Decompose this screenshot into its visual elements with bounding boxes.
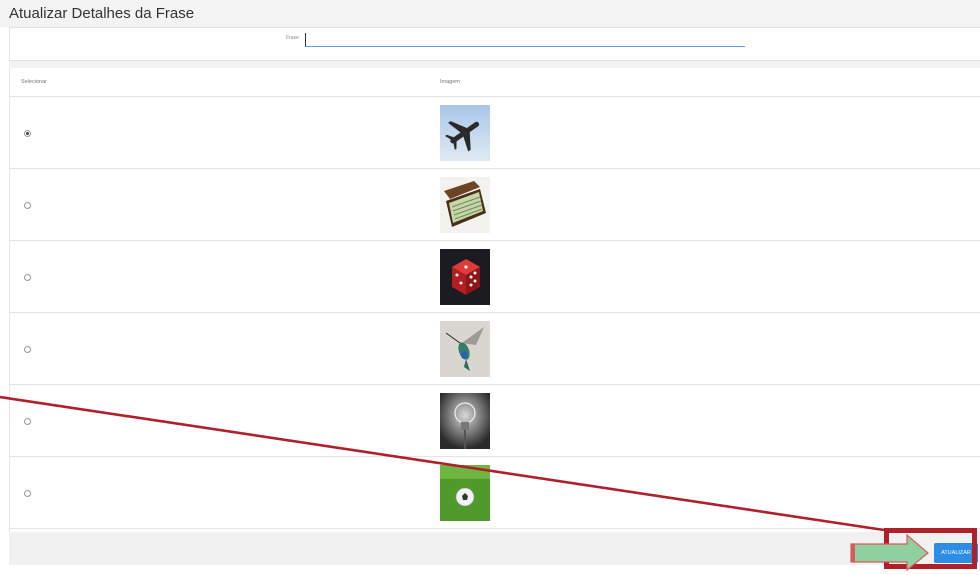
- soccer-ball-image: [440, 465, 490, 521]
- table-row: [10, 97, 980, 169]
- select-radio[interactable]: [24, 202, 31, 209]
- frase-form-row: Frase: [9, 27, 980, 61]
- table-row: [10, 241, 980, 313]
- table-row: [10, 385, 980, 457]
- update-button[interactable]: ATUALIZAR: [934, 543, 978, 563]
- table-row: [10, 169, 980, 241]
- column-header-selecionar: Selecionar: [21, 79, 47, 85]
- page-title: Atualizar Detalhes da Frase: [9, 5, 195, 22]
- airplane-image: [440, 105, 490, 161]
- frase-input[interactable]: [305, 33, 745, 47]
- select-radio[interactable]: [24, 274, 31, 281]
- column-header-imagem: Imagem: [440, 79, 460, 85]
- frase-label: Frase: [286, 35, 299, 41]
- money-briefcase-image: [440, 177, 490, 233]
- image-selection-table: Selecionar Imagem: [9, 68, 980, 565]
- table-row: [10, 457, 980, 529]
- table-row: [10, 313, 980, 385]
- select-radio[interactable]: [24, 346, 31, 353]
- hummingbird-image: [440, 321, 490, 377]
- light-bulb-image: [440, 393, 490, 449]
- select-radio[interactable]: [24, 490, 31, 497]
- select-radio[interactable]: [24, 130, 31, 137]
- section-divider: [9, 61, 980, 68]
- red-dice-image: [440, 249, 490, 305]
- select-radio[interactable]: [24, 418, 31, 425]
- page-header: Atualizar Detalhes da Frase: [0, 0, 980, 27]
- table-footer: [9, 532, 980, 565]
- table-header: Selecionar Imagem: [10, 68, 980, 97]
